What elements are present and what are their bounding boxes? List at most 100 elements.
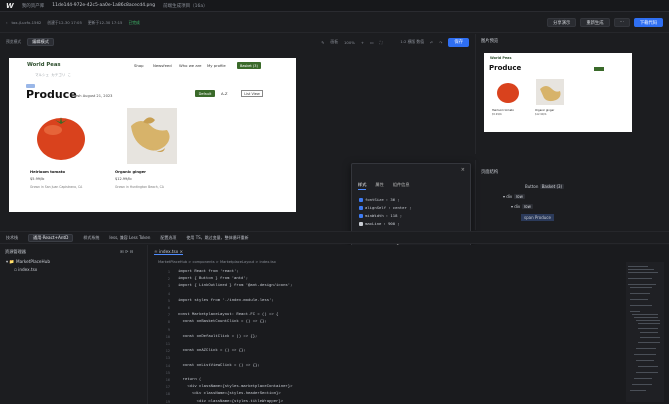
tree-node-span-selected[interactable]: span Produce [521, 214, 554, 221]
preview-product-price: $12.99/lb [535, 113, 547, 116]
brand-subtitle: マルシェ カテゴリ こ [35, 73, 71, 77]
file-name: 11de144-972e-42c5-aa0e-1a86c8acecd4.png [52, 3, 156, 8]
line-number: 3 [167, 284, 170, 289]
list-view-button[interactable]: List View [241, 90, 263, 97]
brand-title[interactable]: World Peas [27, 62, 61, 68]
popover-tabs: 样式 属性 组件信息 [358, 182, 410, 190]
line-number: 13 [165, 356, 170, 361]
nav-who-we-are[interactable]: Who we are [179, 63, 201, 68]
minimap[interactable] [626, 262, 664, 402]
more-button[interactable]: ⋯ [613, 18, 630, 27]
app-root: W 我的资产库 11de144-972e-42c5-aa0e-1a86c8ace… [0, 0, 669, 404]
breadcrumb[interactable]: 我的资产库 [22, 3, 45, 9]
code-line[interactable]: const onListViewClick = () => {}; [178, 364, 260, 368]
tree-node-button[interactable]: Button Basket (3) [525, 184, 565, 189]
editor-tab[interactable]: ⚛ index.tsx × [154, 249, 184, 255]
line-number: 16 [165, 378, 170, 382]
file-item[interactable]: ▫ index.tsx [14, 267, 37, 272]
close-icon[interactable]: × [461, 167, 465, 173]
prop-row[interactable]: alignSelf: center ; [359, 205, 412, 210]
code-line[interactable]: return ( [178, 378, 202, 382]
code-line[interactable]: const onAZClick = () => {}; [178, 349, 246, 353]
tab-style[interactable]: 样式 [358, 182, 367, 190]
project-name: 前端生成项目（16a） [163, 3, 208, 9]
pen-icon[interactable]: ✎ [321, 40, 324, 45]
code-line[interactable]: const onDefaultClick = () => {}; [178, 335, 258, 339]
share-button[interactable]: 分享演示 [547, 18, 577, 27]
fullscreen-icon[interactable]: ⛶ [380, 40, 383, 45]
checkbox-icon[interactable] [359, 205, 363, 210]
preview-default-chip [594, 67, 604, 71]
code-line[interactable]: const onBasketCountClick = () => {}; [178, 320, 267, 324]
style-system-value[interactable]: less, 兼容 Less Token [109, 235, 150, 241]
product-name[interactable]: Heirloom tomato [30, 170, 65, 174]
zoom-level[interactable]: 100% [344, 40, 355, 45]
line-number: 19 [165, 399, 170, 404]
product-price: $12.99/lb [115, 177, 132, 181]
checkbox-icon[interactable] [359, 221, 363, 226]
prop-row[interactable]: maxLine: 900 ; [359, 221, 400, 226]
config-value[interactable]: 使用 TS，跳过变量，整体循环重新 [186, 235, 248, 241]
device-icon[interactable]: ▭ [370, 40, 374, 45]
preview-title: 图片预览 [481, 39, 499, 44]
line-number: 14 [165, 363, 170, 368]
new-file-icon[interactable]: ⊞ ⟳ ⊟ [120, 249, 133, 254]
preview-heading: Produce [489, 64, 522, 72]
tree-node-div[interactable]: ▾ div row [503, 194, 525, 199]
code-line[interactable]: import styles from './index.module.less'… [178, 299, 274, 303]
download-code-button[interactable]: 下载代码 [633, 18, 663, 27]
code-line[interactable]: import { Button } from 'antd'; [178, 277, 248, 281]
canvas-toolbar: 预览模式 编辑模式 ✎ 画板 100% + ▭ ⛶ 1:2 横版 数值 ↶ ↷ … [0, 34, 475, 50]
save-button[interactable]: 保存 [448, 37, 469, 47]
tree-node-div[interactable]: ▾ div row [511, 204, 533, 209]
edit-mode-tab[interactable]: 编辑模式 [27, 38, 54, 46]
back-icon[interactable]: ‹ [6, 20, 8, 25]
style-system-label: 样式系统 [83, 234, 100, 240]
tech-stack-label: 技术栈 [6, 234, 18, 240]
prop-row[interactable]: minWidth: 118 ; [359, 213, 402, 218]
code-line[interactable]: <div className={styles.headerSection}> [178, 392, 281, 396]
redo-icon[interactable]: ↷ [439, 40, 442, 45]
product-price: $5.99/lb [30, 177, 45, 181]
viewport-select[interactable]: 1:2 横版 数值 [400, 39, 424, 45]
tab-props[interactable]: 属性 [375, 182, 383, 190]
app-logo[interactable]: W [6, 2, 14, 10]
preview-mode-tab[interactable]: 预览模式 [6, 39, 21, 45]
page-title[interactable]: Produce [26, 88, 77, 101]
code-line[interactable]: <div className={styles.marketplaceContai… [178, 385, 292, 389]
branch-name: tox-/Lucfx-1562 [11, 20, 42, 25]
line-number: 9 [167, 327, 170, 332]
code-line[interactable]: <div className={styles.titleWrapper}> [178, 400, 283, 404]
prop-row[interactable]: fontSize: 36 ; [359, 197, 400, 202]
az-sort-button[interactable]: A-Z [221, 91, 228, 96]
canvas-label[interactable]: 画板 [330, 39, 338, 45]
line-number: 8 [167, 320, 170, 325]
product-name[interactable]: Organic ginger [115, 170, 146, 174]
checkbox-icon[interactable] [359, 197, 363, 202]
undo-icon[interactable]: ↶ [430, 40, 433, 45]
preview-image[interactable]: World Peas Produce Heirloom tomato $5.99… [484, 53, 632, 132]
code-line[interactable]: const MarketplaceLayout: React.FC = () =… [178, 313, 278, 317]
checkbox-icon[interactable] [359, 213, 363, 218]
code-line[interactable]: import { LinkOutlined } from '@ant-desig… [178, 284, 292, 288]
line-number: 15 [165, 370, 170, 375]
preview-tomato-image [497, 83, 519, 103]
regenerate-button[interactable]: 重新生成 [580, 18, 610, 27]
editor-breadcrumb: MarketPlaceHub > components > Marketplac… [158, 260, 276, 264]
code-editor[interactable]: ⚛ index.tsx × MarketPlaceHub > component… [148, 245, 669, 404]
basket-button[interactable]: Basket (3) [237, 62, 261, 69]
created-time: 创建于12-30 17:05 [47, 19, 82, 25]
nav-my-profile[interactable]: My profile [207, 63, 226, 68]
code-line[interactable]: import React from 'react'; [178, 270, 239, 274]
updated-time: 更新于12-30 17:15 [87, 19, 123, 25]
zoom-in-icon[interactable]: + [361, 40, 364, 45]
nav-shop[interactable]: Shop [134, 63, 144, 68]
artboard[interactable]: World Peas マルシェ カテゴリ こ Shop Newsfeed Who… [9, 58, 296, 212]
preview-brand: World Peas [490, 56, 512, 60]
tab-component-info[interactable]: 组件信息 [393, 182, 410, 190]
tech-stack-select[interactable]: 通用·React+AntD [28, 233, 74, 242]
nav-newsfeed[interactable]: Newsfeed [153, 63, 172, 68]
explorer-title: 资源管理器 [5, 249, 26, 254]
folder-item[interactable]: ▾ 📁 MarketPlaceHub [6, 259, 50, 265]
default-sort-button[interactable]: Default [195, 90, 215, 97]
